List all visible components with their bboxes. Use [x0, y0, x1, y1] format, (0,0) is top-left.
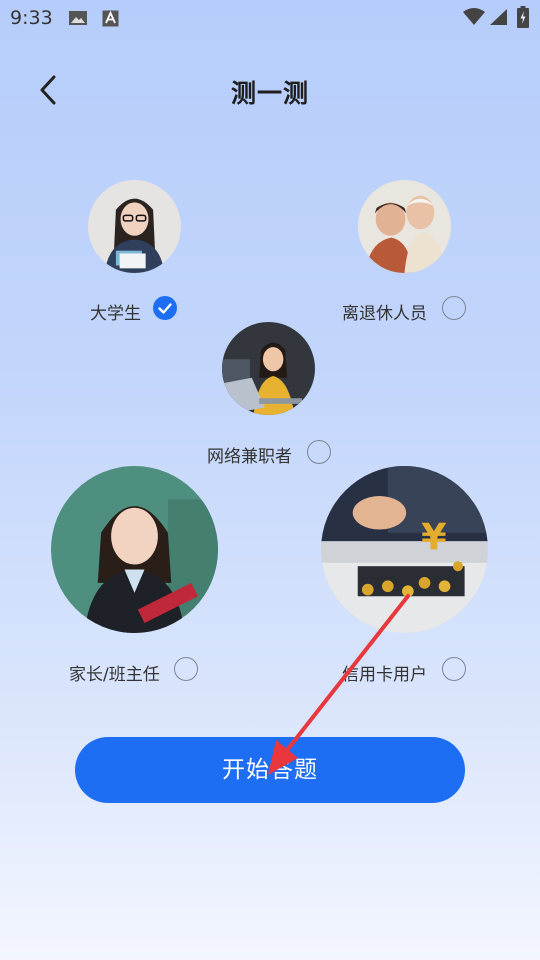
- radio-parent-teacher[interactable]: [174, 657, 198, 681]
- start-quiz-button[interactable]: 开始答题: [75, 737, 465, 803]
- svg-text:¥: ¥: [421, 516, 447, 559]
- status-time: 9:33: [10, 7, 53, 29]
- annotation-arrow-icon: [268, 594, 410, 775]
- radio-credit-card-user[interactable]: [442, 657, 466, 681]
- signal-icon: [490, 9, 507, 25]
- image-icon: [69, 11, 87, 25]
- option-label-parent-teacher: 家长/班主任: [69, 665, 160, 685]
- battery-charging-icon: [517, 6, 529, 28]
- avatar-college-student[interactable]: [88, 180, 181, 273]
- radio-retiree[interactable]: [442, 296, 466, 320]
- wifi-icon: [463, 8, 485, 25]
- avatar-parent-teacher[interactable]: [51, 466, 218, 633]
- avatar-online-part-timer[interactable]: [222, 322, 315, 415]
- page-title: 测一测: [230, 79, 309, 108]
- option-label-credit-card-user: 信用卡用户: [342, 665, 427, 685]
- radio-online-part-timer[interactable]: [307, 440, 331, 464]
- option-label-online-part-timer: 网络兼职者: [207, 447, 292, 467]
- option-label-college-student: 大学生: [90, 304, 141, 324]
- avatar-retiree[interactable]: [358, 180, 451, 273]
- check-icon: [158, 303, 172, 314]
- option-label-retiree: 离退休人员: [342, 304, 427, 324]
- font-a-icon: [102, 10, 119, 27]
- avatar-credit-card-user[interactable]: ¥: [321, 466, 488, 633]
- radio-college-student[interactable]: [153, 296, 177, 320]
